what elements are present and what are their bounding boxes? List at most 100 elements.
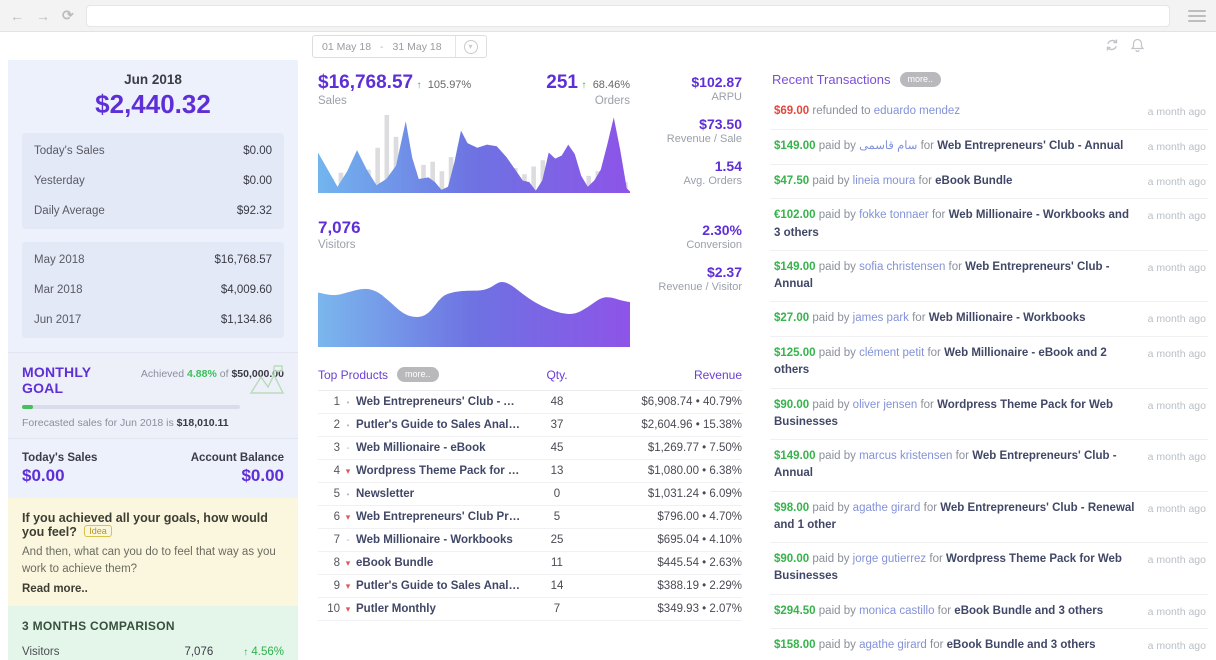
transaction-amount: $125.00 <box>774 347 816 359</box>
transaction-amount: $98.00 <box>774 502 809 514</box>
product-row[interactable]: 5•Newsletter0$1,031.24 • 6.09% <box>318 483 742 506</box>
product-rank: 8 <box>318 557 340 569</box>
transaction-product: Web Entrepreneurs' Club - Annual <box>937 140 1123 152</box>
product-revenue: $388.19 • 2.29% <box>592 580 742 592</box>
product-revenue: $6,908.74 • 40.79% <box>592 396 742 408</box>
top-products-title[interactable]: Top Products <box>318 368 388 382</box>
comparison-section: 3 MONTHS COMPARISON Visitors 7,076 ↑ 4.5… <box>8 606 298 660</box>
product-row[interactable]: 10▾Putler Monthly7$349.93 • 2.07% <box>318 598 742 621</box>
customer-name-link[interactable]: james park <box>853 312 909 324</box>
customer-name-link[interactable]: sofia christensen <box>859 261 945 273</box>
monthly-goal-title[interactable]: MONTHLY GOAL <box>22 364 134 396</box>
stat-row[interactable]: Mar 2018 $4,009.60 <box>34 275 272 305</box>
stat-row[interactable]: Jun 2017 $1,134.86 <box>34 305 272 335</box>
product-row[interactable]: 1•Web Entrepreneurs' Club - Annual48$6,9… <box>318 391 742 414</box>
stat-value: $16,768.57 <box>214 254 272 266</box>
transaction-amount: $90.00 <box>774 399 809 411</box>
customer-name-link[interactable]: سام قاسمی <box>859 140 917 152</box>
browser-bar: ← → ⟳ <box>0 0 1216 32</box>
product-name: eBook Bundle <box>356 557 522 569</box>
transaction-product: eBook Bundle and 3 others <box>947 639 1096 651</box>
customer-name-link[interactable]: fokke tonnaer <box>859 209 929 221</box>
customer-name-link[interactable]: eduardo mendez <box>874 105 960 117</box>
customer-name-link[interactable]: agathe girard <box>859 639 927 651</box>
product-row[interactable]: 6▾Web Entrepreneurs' Club Premium...5$79… <box>318 506 742 529</box>
forward-icon[interactable]: → <box>36 8 50 24</box>
stat-row[interactable]: Daily Average $92.32 <box>34 196 272 226</box>
product-revenue: $349.93 • 2.07% <box>592 603 742 615</box>
transaction-row[interactable]: $47.50 paid by lineia moura for eBook Bu… <box>770 165 1208 200</box>
account-balance-value: $0.00 <box>191 466 284 486</box>
transaction-row[interactable]: $149.00 paid by sofia christensen for We… <box>770 251 1208 303</box>
revenue-column-header[interactable]: Revenue <box>592 368 742 382</box>
chevron-down-icon[interactable]: ▾ <box>464 40 478 54</box>
customer-name-link[interactable]: marcus kristensen <box>859 450 952 462</box>
date-from[interactable]: 01 May 18 <box>313 41 380 53</box>
arpu-stat: $102.87 ARPU <box>630 74 742 103</box>
product-row[interactable]: 4▾Wordpress Theme Pack for Web Bu..13$1,… <box>318 460 742 483</box>
product-row[interactable]: 3-Web Millionaire - eBook45$1,269.77 • 7… <box>318 437 742 460</box>
customer-name-link[interactable]: oliver jensen <box>853 399 918 411</box>
transaction-row[interactable]: $69.00 refunded to eduardo mendeza month… <box>770 95 1208 130</box>
balances-section: Today's Sales $0.00 Account Balance $0.0… <box>8 439 298 498</box>
transaction-time: a month ago <box>1148 603 1206 621</box>
transaction-time: a month ago <box>1148 310 1206 328</box>
conversion-stat: 2.30% Conversion <box>630 222 742 251</box>
trend-marker-icon: • <box>340 398 356 407</box>
product-name: Putler Monthly <box>356 603 522 615</box>
product-qty: 45 <box>522 442 592 454</box>
product-revenue: $445.54 • 2.63% <box>592 557 742 569</box>
sales-chart[interactable] <box>318 115 630 193</box>
transaction-row[interactable]: $125.00 paid by clément petit for Web Mi… <box>770 337 1208 389</box>
transaction-row[interactable]: $98.00 paid by agathe girard for Web Ent… <box>770 492 1208 544</box>
bell-icon[interactable] <box>1131 38 1144 55</box>
sync-icon[interactable] <box>1105 38 1119 55</box>
orders-label: Orders <box>546 95 630 107</box>
products-more-button[interactable]: more.. <box>397 367 439 382</box>
transaction-for: for <box>934 605 954 617</box>
transaction-row[interactable]: $158.00 paid by agathe girard for eBook … <box>770 629 1208 660</box>
current-month-sales: $2,440.32 <box>8 89 298 120</box>
product-qty: 7 <box>522 603 592 615</box>
customer-name-link[interactable]: agathe girard <box>853 502 921 514</box>
product-row[interactable]: 7-Web Millionaire - Workbooks25$695.04 •… <box>318 529 742 552</box>
product-row[interactable]: 9▾Putler's Guide to Sales Analysis - Au.… <box>318 575 742 598</box>
qty-column-header[interactable]: Qty. <box>522 368 592 382</box>
transaction-row[interactable]: $294.50 paid by monica castillo for eBoo… <box>770 595 1208 630</box>
date-range-picker[interactable]: 01 May 18 - 31 May 18 ▾ <box>312 35 487 58</box>
back-icon[interactable]: ← <box>10 8 24 24</box>
goal-progress-bar <box>22 405 240 409</box>
transaction-row[interactable]: $149.00 paid by سام قاسمی for Web Entrep… <box>770 130 1208 165</box>
product-rank: 4 <box>318 465 340 477</box>
transactions-title[interactable]: Recent Transactions <box>772 72 891 87</box>
transaction-for: for <box>927 639 947 651</box>
product-row[interactable]: 8▾eBook Bundle11$445.54 • 2.63% <box>318 552 742 575</box>
transaction-row[interactable]: €102.00 paid by fokke tonnaer for Web Mi… <box>770 199 1208 251</box>
customer-name-link[interactable]: jorge gutierrez <box>853 553 927 565</box>
stat-row[interactable]: May 2018 $16,768.57 <box>34 245 272 275</box>
transaction-row[interactable]: $90.00 paid by oliver jensen for Wordpre… <box>770 389 1208 441</box>
transaction-verb: paid by <box>816 140 859 152</box>
product-row[interactable]: 2•Putler's Guide to Sales Analysis - eB.… <box>318 414 742 437</box>
transactions-more-button[interactable]: more.. <box>900 72 942 87</box>
address-bar[interactable] <box>86 5 1170 27</box>
date-to[interactable]: 31 May 18 <box>384 41 451 53</box>
visitors-chart[interactable] <box>318 259 630 347</box>
customer-name-link[interactable]: lineia moura <box>853 175 916 187</box>
transaction-row[interactable]: $27.00 paid by james park for Web Millio… <box>770 302 1208 337</box>
read-more-link[interactable]: Read more.. <box>22 583 284 595</box>
stat-row[interactable]: Today's Sales $0.00 <box>34 136 272 166</box>
idea-body: And then, what can you do to feel that w… <box>22 544 284 577</box>
visitors-value: 7,076 <box>318 218 361 237</box>
customer-name-link[interactable]: clément petit <box>859 347 924 359</box>
reload-icon[interactable]: ⟳ <box>62 7 74 24</box>
menu-icon[interactable] <box>1188 10 1206 22</box>
transaction-time: a month ago <box>1148 637 1206 655</box>
customer-name-link[interactable]: monica castillo <box>859 605 934 617</box>
stat-row[interactable]: Yesterday $0.00 <box>34 166 272 196</box>
goal-achieved-pct: 4.88% <box>187 368 217 380</box>
transaction-row[interactable]: $149.00 paid by marcus kristensen for We… <box>770 440 1208 492</box>
transaction-amount: $149.00 <box>774 261 816 273</box>
transaction-row[interactable]: $90.00 paid by jorge gutierrez for Wordp… <box>770 543 1208 595</box>
stat-value: $4,009.60 <box>221 284 272 296</box>
